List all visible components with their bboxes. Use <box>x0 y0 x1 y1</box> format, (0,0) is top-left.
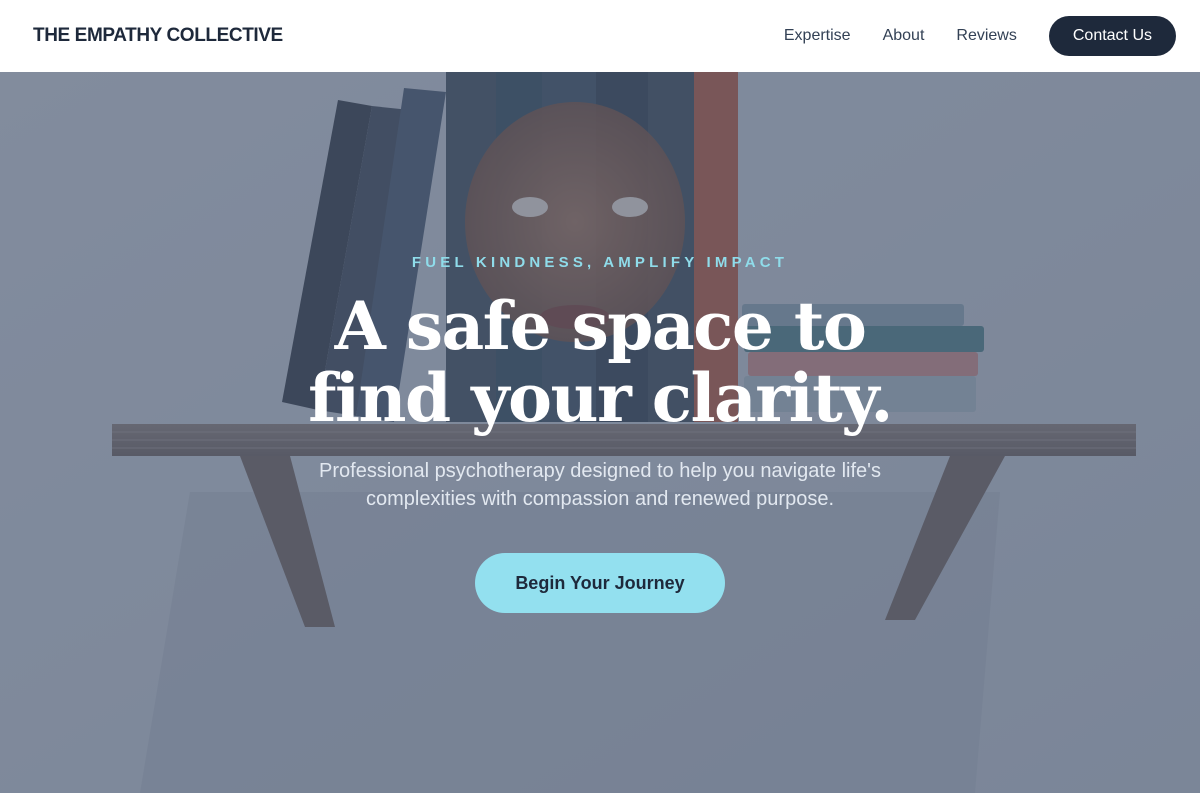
nav-link-expertise[interactable]: Expertise <box>784 27 851 45</box>
hero-headline-line-2: find your clarity. <box>308 359 893 437</box>
hero-section: FUEL KINDNESS, AMPLIFY IMPACT A safe spa… <box>0 72 1200 793</box>
page-bottom-strip <box>0 793 1200 800</box>
site-logo[interactable]: THE EMPATHY COLLECTIVE <box>33 25 283 47</box>
hero-content: FUEL KINDNESS, AMPLIFY IMPACT A safe spa… <box>0 72 1200 793</box>
contact-us-button[interactable]: Contact Us <box>1048 16 1176 56</box>
site-header: THE EMPATHY COLLECTIVE Expertise About R… <box>0 0 1200 72</box>
hero-headline-line-1: A safe space to <box>334 287 867 365</box>
hero-subtext: Professional psychotherapy designed to h… <box>319 460 881 510</box>
begin-journey-button[interactable]: Begin Your Journey <box>475 553 725 613</box>
main-nav: Expertise About Reviews Contact Us <box>784 16 1176 56</box>
nav-link-reviews[interactable]: Reviews <box>956 27 1016 45</box>
hero-eyebrow: FUEL KINDNESS, AMPLIFY IMPACT <box>411 254 789 271</box>
hero-headline: A safe space to find your clarity. <box>0 290 1200 434</box>
nav-link-about[interactable]: About <box>883 27 925 45</box>
